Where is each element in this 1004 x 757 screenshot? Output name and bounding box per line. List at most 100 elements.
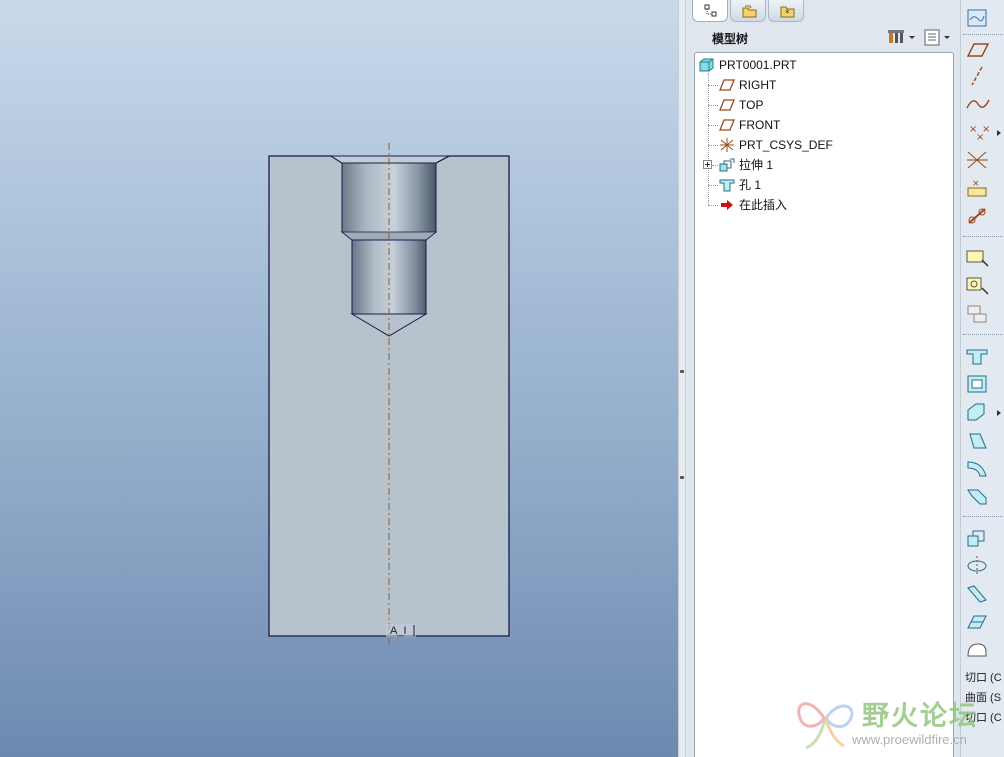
round-button[interactable] xyxy=(964,456,992,480)
csys-button[interactable] xyxy=(964,148,992,172)
flyout-arrow-icon xyxy=(997,130,1001,136)
panel-splitter[interactable] xyxy=(678,0,686,757)
favorites-icon: * xyxy=(780,6,795,19)
sweep-button[interactable] xyxy=(964,582,992,606)
datum-plane-button[interactable] xyxy=(964,38,992,62)
datum-display-button[interactable] xyxy=(964,6,992,30)
rib-icon xyxy=(967,403,985,421)
toolbar-separator xyxy=(963,236,1003,237)
tree-connector xyxy=(708,85,718,86)
sketch-icon xyxy=(966,250,989,267)
chamfer-icon xyxy=(967,489,987,505)
revolve-icon xyxy=(967,556,987,576)
chain-icon xyxy=(968,208,986,224)
datum-axis-icon xyxy=(971,66,983,86)
datum-curve-button[interactable] xyxy=(964,92,992,116)
sweep-icon xyxy=(967,585,987,603)
shell-button[interactable] xyxy=(964,372,992,396)
flyout-arrow-icon xyxy=(997,410,1001,416)
shell-icon xyxy=(967,375,987,393)
extrude-icon xyxy=(967,530,985,547)
sketch-options-button[interactable] xyxy=(964,302,992,326)
toolbar-label[interactable]: 切口 (C xyxy=(965,669,1002,685)
datum-display-icon xyxy=(967,9,987,27)
datum-axis-button[interactable] xyxy=(964,64,992,88)
svg-text:×: × xyxy=(982,124,990,135)
extrude-button[interactable] xyxy=(964,526,992,550)
panel-title: 模型树 xyxy=(712,32,749,46)
folder-browser-icon xyxy=(742,5,757,18)
tree-connector xyxy=(708,185,718,186)
datum-plane-icon xyxy=(719,119,735,131)
model-tree-header: 模型树 xyxy=(692,24,956,50)
tree-item-label: PRT0001.PRT xyxy=(719,58,797,72)
tree-connector xyxy=(708,205,718,206)
boundary-blend-icon xyxy=(967,643,987,657)
dropdown-arrow-icon xyxy=(944,36,950,39)
tree-item-label: RIGHT xyxy=(739,78,777,92)
insert-here-arrow-icon xyxy=(721,200,733,210)
splitter-grip[interactable] xyxy=(680,476,684,479)
section-label: A_I xyxy=(390,625,407,637)
datum-plane-icon xyxy=(719,99,735,111)
dropdown-arrow-icon xyxy=(909,36,915,39)
tree-item-label: 拉伸 1 xyxy=(739,158,774,172)
part-icon xyxy=(699,58,714,72)
datum-plane-icon xyxy=(719,79,735,91)
settings-icon xyxy=(888,30,915,43)
sketch-button[interactable] xyxy=(964,246,992,270)
hole-icon xyxy=(966,349,988,365)
graphics-window[interactable]: A_I xyxy=(0,0,678,757)
rib-button[interactable] xyxy=(964,400,1001,424)
tree-item-label: TOP xyxy=(739,98,764,112)
draft-icon xyxy=(969,433,987,449)
boundary-blend-button[interactable] xyxy=(964,638,992,662)
tree-show-button[interactable] xyxy=(922,27,954,47)
tree-item-label: 在此插入 xyxy=(739,198,788,212)
tree-connector xyxy=(708,145,718,146)
tab-model-tree[interactable] xyxy=(692,0,728,22)
tree-settings-button[interactable] xyxy=(886,27,918,47)
blend-button[interactable] xyxy=(964,610,992,634)
feature-toolbar: × × × × 切口 (C 曲面 (S 切口 (C xyxy=(960,0,1004,757)
svg-text:×: × xyxy=(972,179,980,189)
analysis-button[interactable]: × xyxy=(964,176,992,200)
svg-text:*: * xyxy=(785,9,790,19)
watermark-title: 野火论坛 xyxy=(862,701,978,732)
watermark: 野火论坛 www.proewildfire.cn xyxy=(792,688,1004,757)
csys-icon xyxy=(720,138,734,152)
datum-curve-through-button[interactable] xyxy=(964,204,992,228)
toolbar-separator xyxy=(963,516,1003,517)
datum-point-button[interactable]: × × × xyxy=(964,120,1001,144)
hole-chamfer xyxy=(329,155,450,164)
splitter-grip[interactable] xyxy=(680,370,684,373)
datum-plane-icon xyxy=(966,43,990,57)
analysis-icon: × xyxy=(967,179,987,197)
expand-toggle-icon[interactable] xyxy=(703,160,713,170)
model-tree-icon xyxy=(704,4,717,17)
draft-button[interactable] xyxy=(964,428,992,452)
navigator-tabs: * xyxy=(686,0,960,22)
tree-connector xyxy=(708,105,718,106)
tree-item-label: 孔 1 xyxy=(739,178,762,192)
sketch-options-icon xyxy=(967,305,987,323)
datum-curve-icon xyxy=(966,99,990,109)
revolve-button[interactable] xyxy=(964,554,992,578)
tab-folder-browser[interactable] xyxy=(730,0,766,22)
part-section-view[interactable]: A_I xyxy=(0,0,678,757)
tree-item-label: FRONT xyxy=(739,118,781,132)
sketch-edit-button[interactable] xyxy=(964,274,992,298)
tab-favorites[interactable]: * xyxy=(768,0,804,22)
show-icon xyxy=(924,29,950,46)
datum-point-icon: × × × xyxy=(969,124,990,143)
chamfer-button[interactable] xyxy=(964,484,992,508)
hole-button[interactable] xyxy=(964,344,992,368)
toolbar-separator xyxy=(963,334,1003,335)
watermark-url: www.proewildfire.cn xyxy=(852,732,967,747)
blend-icon xyxy=(967,615,987,629)
sketch-edit-icon xyxy=(966,277,989,295)
model-tree[interactable]: PRT0001.PRT RIGHT TOP FRONT PRT_CSYS_DEF… xyxy=(694,52,954,757)
round-icon xyxy=(967,461,987,477)
hole-icon xyxy=(719,179,735,192)
navigator-panel: * 模型树 PRT0001.PRT RIGHT TOP FRONT PRT_CS… xyxy=(686,0,960,757)
